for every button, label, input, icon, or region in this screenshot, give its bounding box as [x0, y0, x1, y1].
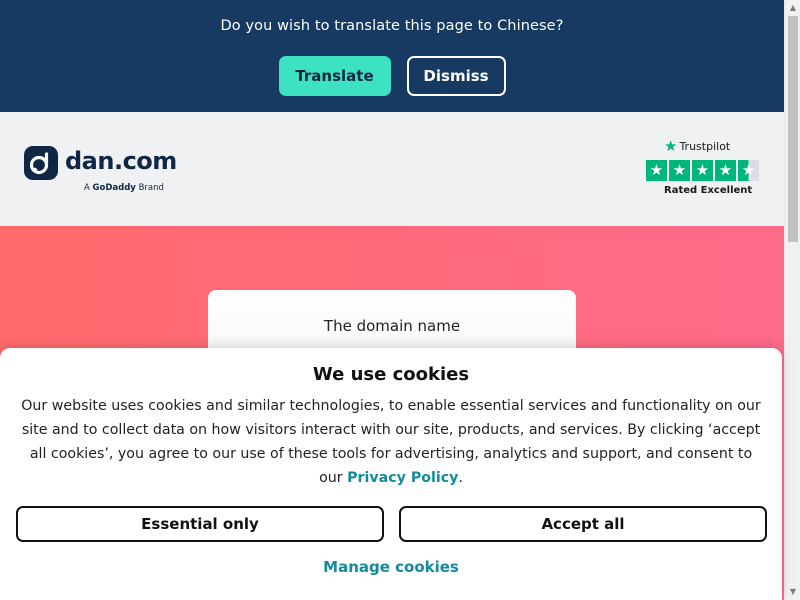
trustpilot-star-icon: ★: [664, 137, 678, 155]
translate-buttons: Translate Dismiss: [0, 56, 784, 96]
scroll-up-icon[interactable]: ▲: [785, 0, 800, 16]
site-header: dan.com A GoDaddy Brand ★ Trustpilot ★ ★…: [0, 112, 784, 226]
brand-prefix: A: [84, 183, 90, 193]
star-icon: ★: [715, 160, 736, 181]
godaddy-brand-line: A GoDaddy Brand: [84, 183, 164, 193]
star-icon: ★: [669, 160, 690, 181]
privacy-policy-link[interactable]: Privacy Policy: [347, 470, 458, 486]
essential-only-button[interactable]: Essential only: [16, 506, 384, 542]
translate-question: Do you wish to translate this page to Ch…: [220, 18, 564, 34]
accept-all-button[interactable]: Accept all: [399, 506, 767, 542]
brand-suffix: Brand: [138, 183, 164, 193]
trustpilot-label: Trustpilot: [679, 140, 731, 153]
cookie-title: We use cookies: [312, 364, 470, 385]
dismiss-button[interactable]: Dismiss: [406, 56, 506, 96]
trustpilot-stars: ★ ★ ★ ★ ★: [646, 160, 759, 181]
translate-button[interactable]: Translate: [278, 56, 391, 96]
site-logo[interactable]: dan.com A GoDaddy Brand: [24, 146, 177, 196]
cookie-consent-modal: We use cookies Our website uses cookies …: [0, 348, 782, 600]
brand-name: GoDaddy: [92, 183, 136, 193]
trustpilot-widget[interactable]: ★ Trustpilot ★ ★ ★ ★ ★ Rated Excellent: [646, 139, 760, 199]
cookie-period: .: [458, 470, 463, 486]
star-icon: ★: [692, 160, 713, 181]
logo-text: dan.com: [65, 147, 177, 175]
trustpilot-name: ★ Trustpilot: [664, 139, 730, 154]
star-icon: ★: [646, 160, 667, 181]
half-star-icon: ★: [738, 160, 759, 181]
trustpilot-rating: Rated Excellent: [664, 185, 753, 196]
scroll-down-icon[interactable]: ▼: [785, 584, 800, 600]
manage-cookies-link[interactable]: Manage cookies: [0, 558, 782, 576]
domain-label: The domain name: [323, 317, 461, 335]
scrollbar-thumb[interactable]: [788, 16, 798, 242]
vertical-scrollbar[interactable]: ▲ ▼: [784, 0, 800, 600]
dan-logo-icon: [24, 146, 58, 180]
translate-bar: Do you wish to translate this page to Ch…: [0, 0, 784, 112]
cookie-description: Our website uses cookies and similar tec…: [16, 394, 766, 490]
